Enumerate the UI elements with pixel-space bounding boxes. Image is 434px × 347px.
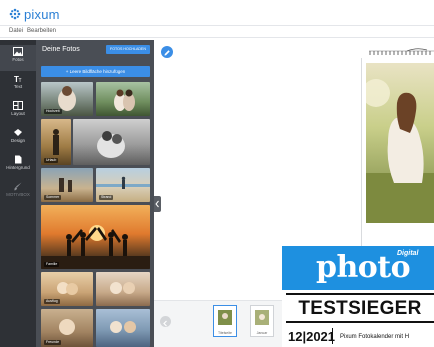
edit-button[interactable] [161,46,173,58]
photo-thumbnail[interactable]: Strand [96,168,150,202]
photo-tag: Freunde [44,340,62,345]
rail-item-background[interactable]: Hintergrund [0,153,36,179]
badge-divider [332,328,333,344]
chevron-left-icon [163,320,167,327]
rail-label-layout: Layout [11,111,25,116]
photo-thumbnail[interactable] [96,309,150,347]
photo-tag: Ausflug [44,299,60,304]
page-nav-button[interactable] [160,316,171,327]
rail-item-text[interactable]: TT Text [0,72,36,98]
page-thumbnail-label: Januar [256,331,268,335]
photos-icon [13,47,23,56]
photo-tag: Urlaub [44,158,59,163]
calendar-cover-photo[interactable] [366,63,434,223]
photo-tag: Sommer [44,195,62,200]
badge-header: photo Digital [282,246,434,290]
badge-issue: 12|2021 [288,329,336,344]
pixum-logo[interactable]: pixum [9,6,60,22]
pencil-icon [164,50,170,56]
panel-title: Deine Fotos [42,46,80,53]
photo-thumbnail[interactable]: Ausflug [41,272,93,306]
photo-thumbnail[interactable]: Familie [41,205,150,269]
upload-photos-button[interactable]: FOTOS HOCHLADEN [106,45,150,54]
photo-tag: Familie [44,262,60,267]
rail-item-motivbox[interactable]: MOTIVBOX [0,180,36,206]
page-thumbnail-label: Titelseite [218,331,232,335]
rail-item-design[interactable]: Design [0,126,36,152]
menu-bar: Datei Bearbeiten [0,27,434,38]
menu-item-bearbeiten[interactable]: Bearbeiten [27,28,56,34]
photo-thumbnail[interactable] [73,119,150,165]
logo-text: pixum [24,6,60,22]
rail-label-text: Text [13,84,23,89]
photo-tag: Hochzeit [44,109,62,114]
chevron-left-icon [155,200,159,208]
page-thumbnail[interactable]: Januar [250,305,274,337]
photo-thumbnail[interactable]: Freunde [41,309,93,347]
rail-label-background: Hintergrund [6,165,30,170]
photo-tag: Strand [99,195,114,200]
menu-item-datei[interactable]: Datei [9,28,23,34]
photo-thumbnail[interactable] [96,272,150,306]
rail-label-design: Design [10,138,25,143]
photo-thumbnail[interactable] [96,82,150,116]
pixum-logo-icon [9,8,21,20]
header-bar: pixum [0,0,434,26]
rail-label-motivbox: MOTIVBOX [6,192,30,197]
brush-icon [14,182,22,191]
photo-thumbnail[interactable]: Urlaub [41,119,71,165]
test-winner-badge: photo Digital TESTSIEGER 12|2021 Pixum F… [282,246,434,347]
add-empty-frame-button[interactable]: + Leere Bildfläche hinzufügen [41,66,150,77]
svg-text:T: T [19,78,22,83]
calendar-spiral [369,48,434,55]
badge-title: TESTSIEGER [298,298,422,319]
tool-rail: Fotos TT Text Layout Design Hintergrund … [0,40,36,347]
photo-thumbnail[interactable]: Sommer [41,168,93,202]
photo-thumbnail[interactable]: Hochzeit [41,82,93,116]
badge-footer: 12|2021 Pixum Fotokalender mit H [282,325,434,347]
background-icon [15,155,22,164]
layout-icon [13,101,23,110]
design-icon [14,129,22,136]
badge-product: Pixum Fotokalender mit H [340,334,410,340]
text-icon: TT [14,75,22,83]
badge-magazine-prefix: Digital [397,250,419,257]
rail-item-photos[interactable]: Fotos [0,45,36,71]
rail-label-photos: Fotos [12,57,24,62]
editor-window: pixum Datei Bearbeiten Fotos TT Text Lay… [0,0,434,347]
badge-title-band: TESTSIEGER [286,293,434,323]
page-thumbnail[interactable]: Titelseite [213,305,237,337]
photos-panel: Deine Fotos FOTOS HOCHLADEN + Leere Bild… [36,40,154,347]
collapse-panel-handle[interactable] [154,196,161,212]
rail-item-layout[interactable]: Layout [0,99,36,125]
